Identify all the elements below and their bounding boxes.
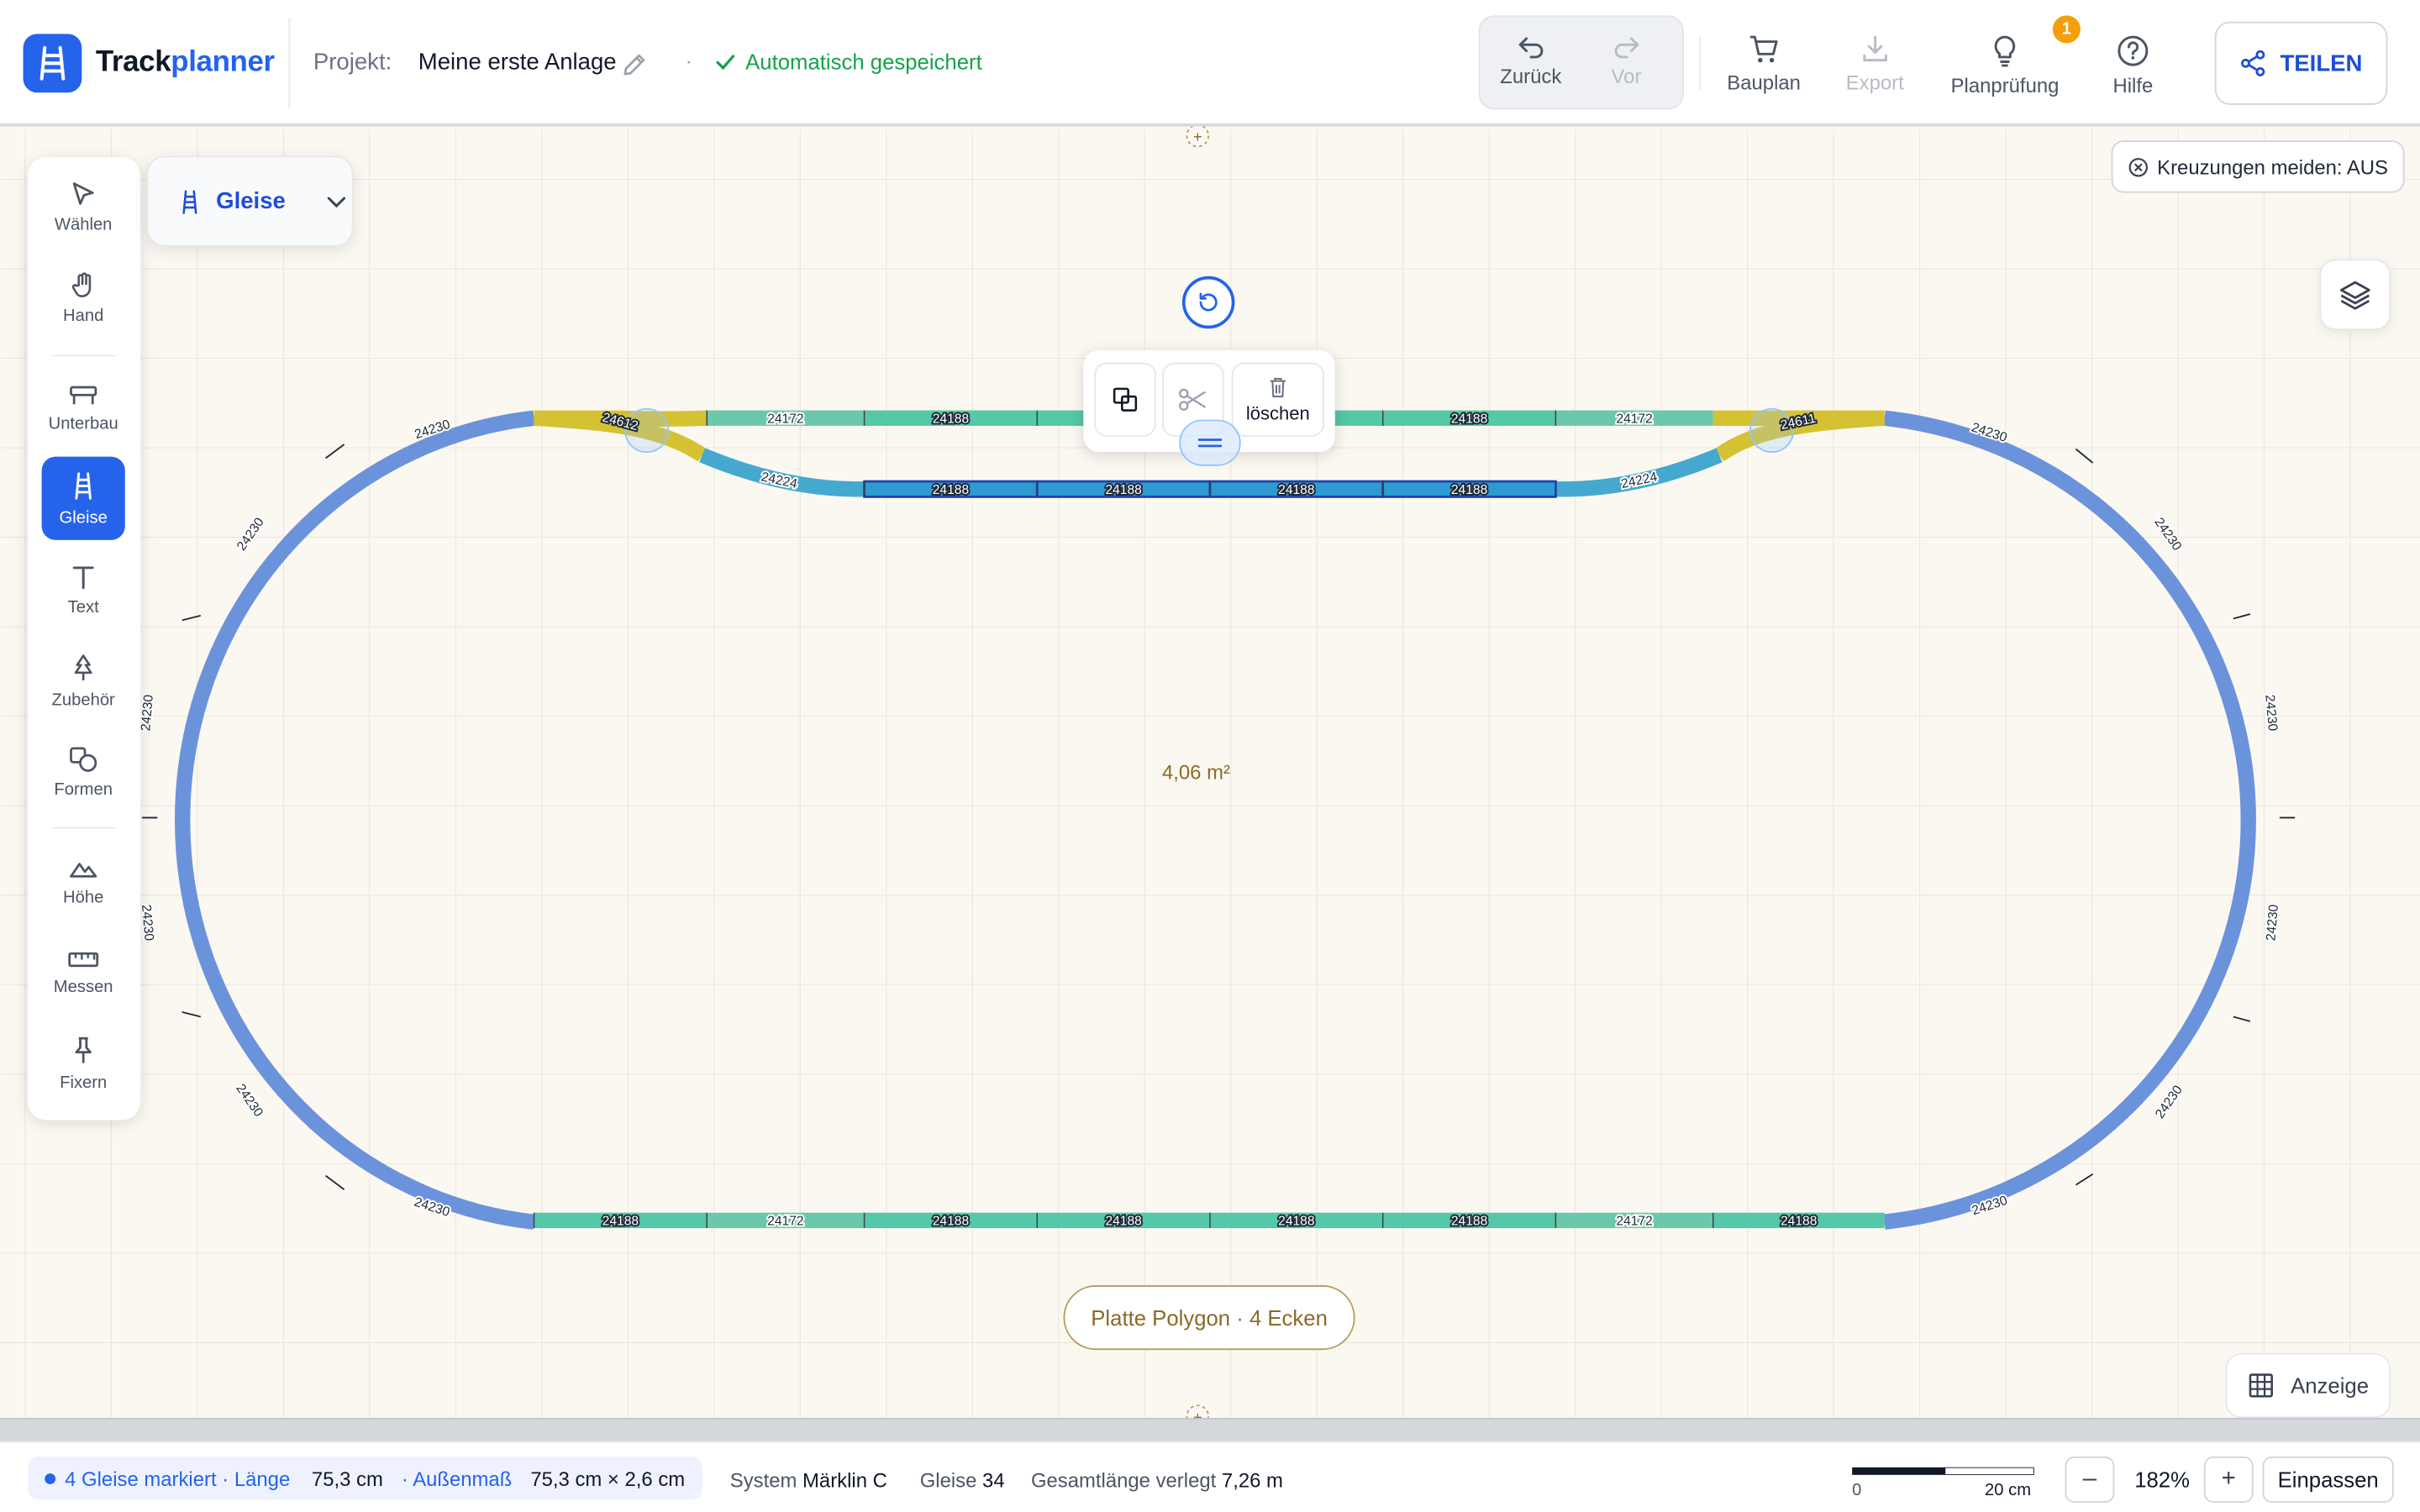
horizontal-scrollbar[interactable] <box>0 1417 2420 1441</box>
track-number-label: 24172 <box>767 1214 803 1228</box>
project-label: Projekt: <box>313 49 392 76</box>
track-number-label: 24188 <box>1278 1214 1314 1228</box>
bench-icon <box>70 385 97 404</box>
cart-icon <box>1749 35 1778 63</box>
share-button[interactable]: TEILEN <box>2214 21 2388 105</box>
app-logo <box>23 34 82 93</box>
zoom-level: 182% <box>2134 1467 2190 1493</box>
scale-end: 20 cm <box>1985 1481 2032 1500</box>
layers-button[interactable] <box>2319 259 2391 331</box>
text-icon <box>72 565 94 589</box>
drag-handle-icon <box>1197 438 1223 448</box>
app-header: Trackplanner Projekt: Meine erste Anlage… <box>0 0 2420 127</box>
rotate-icon <box>1199 292 1218 312</box>
track-logo-icon <box>39 45 66 81</box>
layers-icon <box>2339 281 2370 310</box>
tool-unterbau[interactable]: Unterbau <box>42 365 125 449</box>
planpruefung-button[interactable]: Planprüfung <box>1951 34 2059 97</box>
track-number-label: 24188 <box>1451 483 1487 497</box>
trash-icon <box>1270 376 1286 397</box>
selection-info: 4 Gleise markiert · Länge 75,3 cm · Auße… <box>28 1456 702 1500</box>
tool-gleise[interactable]: Gleise <box>41 456 125 540</box>
tree-icon <box>74 654 92 680</box>
check-icon <box>716 55 735 71</box>
duplicate-icon <box>1113 387 1138 412</box>
track-number-label: 24172 <box>1616 1214 1652 1228</box>
cursor-icon <box>72 181 94 204</box>
display-options-button[interactable]: Anzeige <box>2225 1352 2391 1418</box>
app-name: Trackplanner <box>95 46 275 79</box>
track-segment[interactable] <box>1037 410 1084 426</box>
tool-zubehoer[interactable]: Zubehör <box>42 638 125 722</box>
help-button[interactable]: Hilfe <box>2112 34 2153 97</box>
redo-button[interactable]: Vor <box>1612 34 1641 88</box>
svg-text:+: + <box>1193 128 1202 145</box>
zoom-out-button[interactable]: – <box>2065 1456 2115 1503</box>
track-catalog-dropdown[interactable]: Gleise <box>146 155 354 247</box>
planpruefung-badge: 1 <box>2052 15 2081 44</box>
tool-messen[interactable]: Messen <box>42 931 125 1014</box>
scale-start: 0 <box>1852 1481 1862 1500</box>
zoom-in-button[interactable]: + <box>2203 1456 2254 1503</box>
shapes-icon <box>70 746 97 771</box>
status-bar: 4 Gleise markiert · Länge 75,3 cm · Auße… <box>0 1441 2420 1512</box>
tool-formen[interactable]: Formen <box>42 730 125 813</box>
scissors-icon <box>1178 388 1207 411</box>
tool-text[interactable]: Text <box>42 548 125 631</box>
duplicate-button[interactable] <box>1094 362 1156 437</box>
save-status: Automatisch gespeichert <box>714 50 982 74</box>
track-icon <box>182 189 197 213</box>
track-number-label: 24188 <box>1781 1214 1817 1228</box>
plate-info-pill[interactable]: Platte Polygon · 4 Ecken <box>1063 1285 1355 1351</box>
track-number-label: 24188 <box>1105 1214 1141 1228</box>
track-number-label: 24188 <box>1278 483 1314 497</box>
download-icon <box>1862 35 1887 62</box>
bauplan-button[interactable]: Bauplan <box>1727 34 1801 94</box>
delete-button[interactable]: löschen <box>1231 362 1324 437</box>
tool-sidebar: Wählen Hand Unterbau Gleise Text Zubehör… <box>28 157 141 1121</box>
plate-edge-handle-top[interactable]: + <box>1186 123 1210 148</box>
redo-icon <box>1614 37 1639 59</box>
ruler-icon <box>68 951 99 967</box>
fit-button[interactable]: Einpassen <box>2262 1456 2394 1503</box>
hand-icon <box>71 271 92 297</box>
track-segment[interactable] <box>1333 410 1383 426</box>
track-number-label: 24188 <box>933 483 969 497</box>
undo-icon <box>1518 37 1544 59</box>
pin-icon <box>75 1036 92 1063</box>
share-icon <box>2241 50 2265 76</box>
tool-hand[interactable]: Hand <box>42 256 125 339</box>
export-button[interactable]: Export <box>1846 34 1904 94</box>
track-number-label: 24188 <box>1105 483 1141 497</box>
track-number-label: 24188 <box>1451 1214 1487 1228</box>
track-number-label: 24188 <box>933 1214 969 1228</box>
lightbulb-icon <box>1994 35 2016 67</box>
move-handle[interactable] <box>1179 419 1241 466</box>
rotate-handle[interactable] <box>1181 276 1235 329</box>
chevron-down-icon <box>327 196 346 207</box>
undo-button[interactable]: Zurück <box>1500 34 1561 88</box>
mountain-icon <box>70 862 97 877</box>
track-number-label: 24172 <box>1616 412 1652 426</box>
track-number-label: 24188 <box>933 412 969 426</box>
plate-area-label: 4,06 m² <box>1161 760 1230 785</box>
project-name[interactable]: Meine erste Anlage <box>418 50 617 76</box>
track-icon <box>75 471 92 499</box>
x-circle-icon <box>2128 157 2148 176</box>
pencil-icon[interactable] <box>619 50 650 81</box>
tool-fixern[interactable]: Fixern <box>42 1021 125 1105</box>
avoid-crossings-toggle[interactable]: Kreuzungen meiden: AUS <box>2111 140 2405 193</box>
tool-waehlen[interactable]: Wählen <box>42 165 125 249</box>
track-number-label: 24188 <box>1451 412 1487 426</box>
tool-hoehe[interactable]: Höhe <box>42 839 125 922</box>
track-number-label: 24188 <box>602 1214 639 1228</box>
scale-bar <box>1852 1467 2034 1475</box>
track-number-label: 24172 <box>767 412 803 426</box>
help-icon <box>2118 35 2149 66</box>
grid-icon <box>2249 1373 2274 1398</box>
